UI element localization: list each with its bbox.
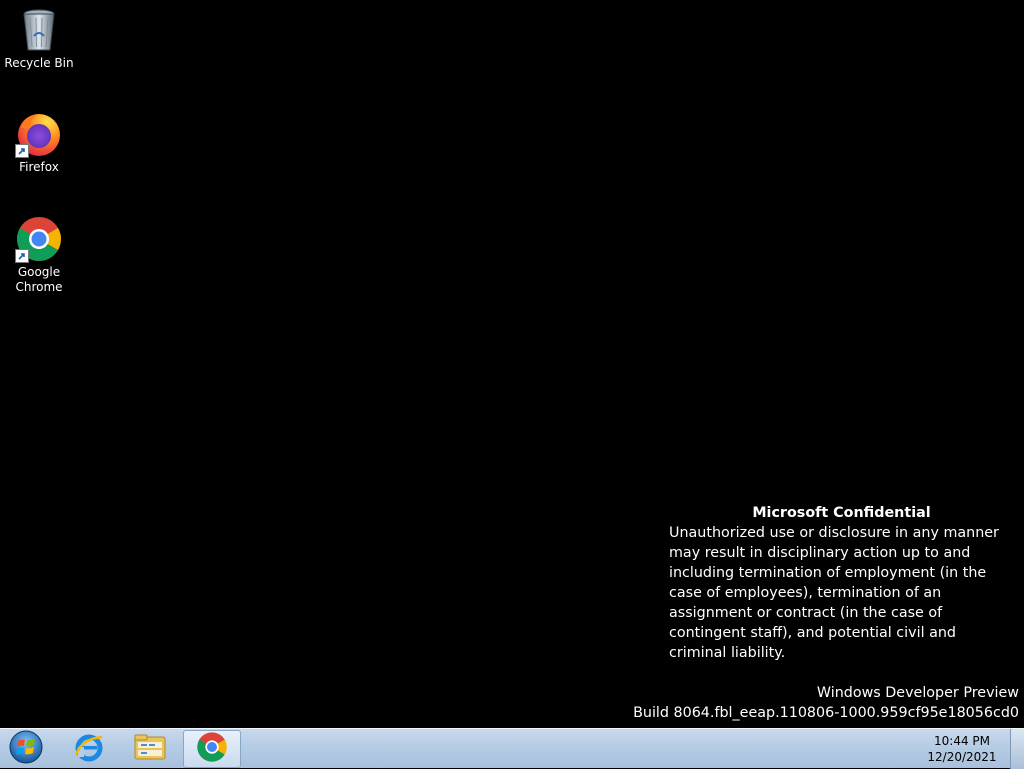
- product-name: Windows Developer Preview: [816, 685, 1019, 701]
- desktop-icon-recycle-bin[interactable]: Recycle Bin: [4, 6, 74, 71]
- chrome-icon: [15, 215, 63, 263]
- chrome-icon: [196, 731, 228, 767]
- internet-explorer-icon: [73, 731, 105, 767]
- taskbar-google-chrome[interactable]: [183, 730, 241, 768]
- desktop-icon-label: Firefox: [19, 160, 59, 174]
- clock-time: 10:44 PM: [934, 734, 990, 748]
- taskbar-internet-explorer[interactable]: [60, 730, 118, 768]
- start-orb-icon: [8, 729, 44, 769]
- clock-date: 12/20/2021: [927, 750, 997, 764]
- desktop-icon-firefox[interactable]: Firefox: [4, 110, 74, 175]
- firefox-icon: [15, 110, 63, 158]
- desktop[interactable]: Recycle Bin Firefox Google Chrome Micros…: [0, 0, 1024, 728]
- build-watermark: Windows Developer Preview Build 8064.fbl…: [633, 683, 1019, 723]
- confidential-title: Microsoft Confidential: [752, 505, 931, 521]
- start-button[interactable]: [4, 730, 48, 768]
- show-desktop-button[interactable]: [1010, 729, 1024, 769]
- build-string: Build 8064.fbl_eeap.110806-1000.959cf95e…: [633, 705, 1019, 721]
- recycle-bin-icon: [15, 6, 63, 54]
- system-clock[interactable]: 10:44 PM 12/20/2021: [922, 733, 1002, 765]
- desktop-icon-google-chrome[interactable]: Google Chrome: [4, 215, 74, 295]
- shortcut-arrow-icon: [15, 144, 29, 158]
- desktop-icon-label: Recycle Bin: [4, 56, 74, 70]
- confidential-notice: Microsoft Confidential Unauthorized use …: [669, 503, 1014, 663]
- confidential-body: Unauthorized use or disclosure in any ma…: [669, 525, 999, 661]
- taskbar-file-explorer[interactable]: [121, 730, 179, 768]
- file-explorer-icon: [133, 731, 167, 767]
- desktop-icon-label: Google Chrome: [15, 265, 63, 294]
- shortcut-arrow-icon: [15, 249, 29, 263]
- taskbar: 10:44 PM 12/20/2021: [0, 728, 1024, 769]
